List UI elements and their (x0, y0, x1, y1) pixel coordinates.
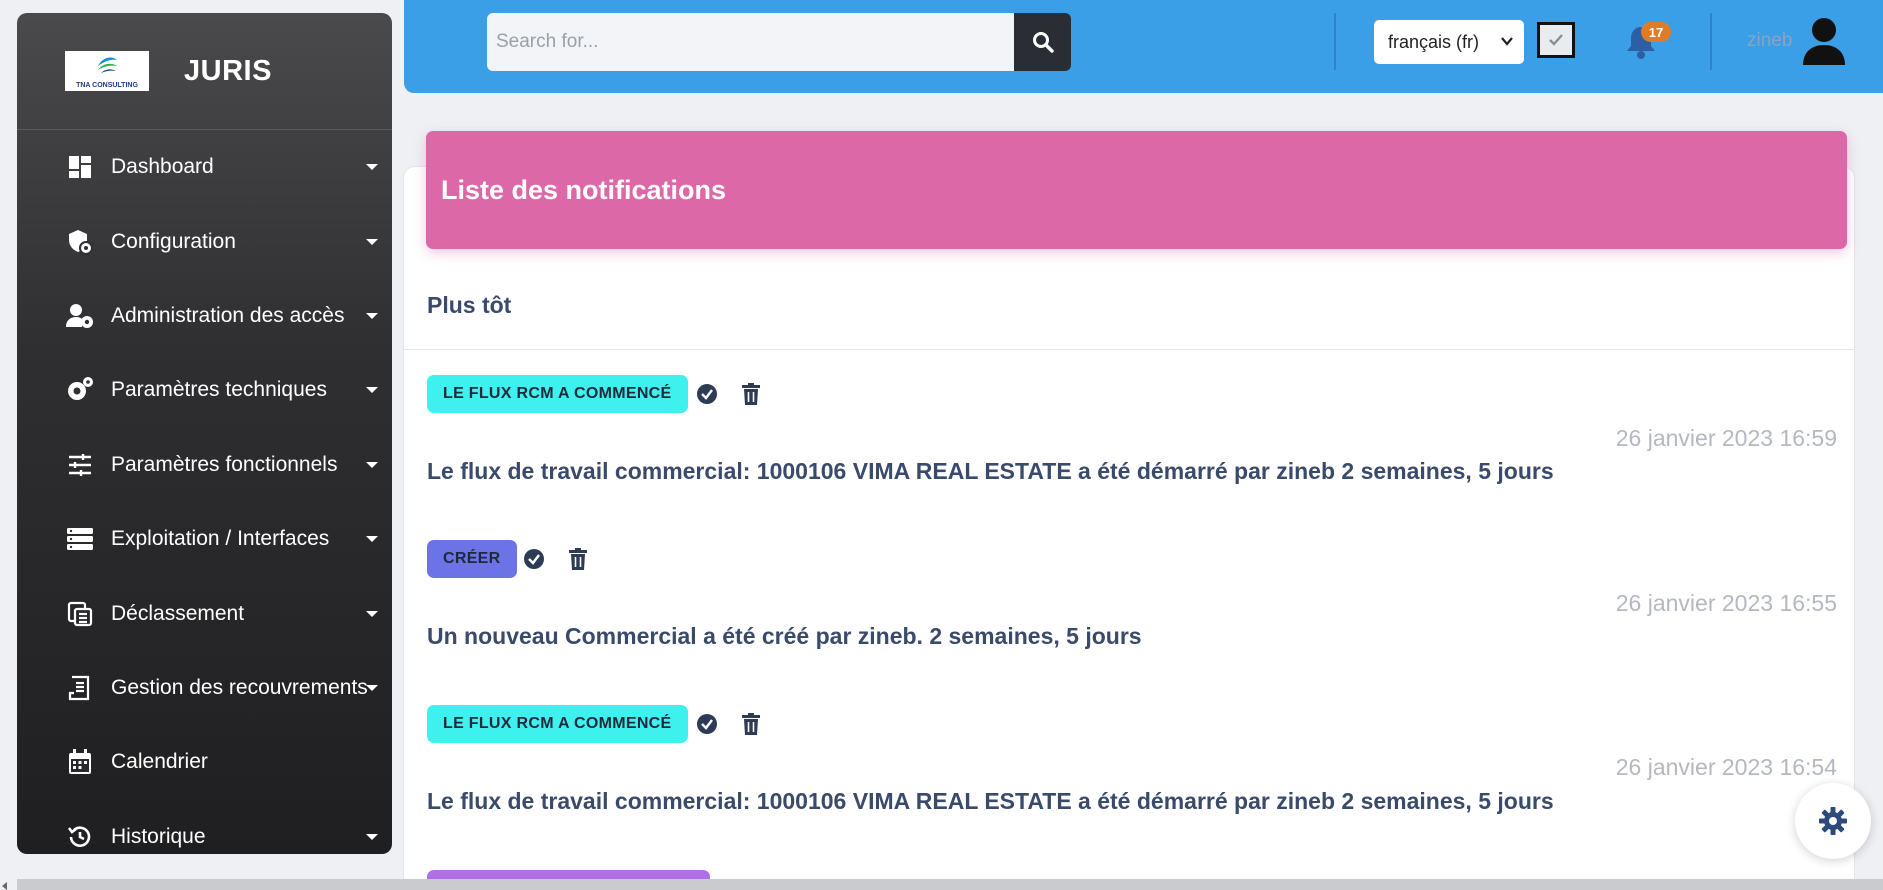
delete-button[interactable] (741, 713, 761, 735)
user-cog-icon (66, 302, 94, 330)
caret-down-icon (366, 536, 378, 543)
sidebar-item-parametres-techniques[interactable]: Paramètres techniques (17, 353, 392, 427)
check-circle-icon (696, 384, 717, 404)
company-logo[interactable]: TNA CONSULTING (65, 51, 149, 91)
sidebar-item-configuration[interactable]: Configuration (17, 204, 392, 278)
check-circle-icon (696, 714, 717, 734)
check-icon (1549, 34, 1563, 46)
notification-tag: LE FLUX RCM A COMMENCÉ (427, 375, 688, 413)
notification-tag: CRÉER (427, 540, 517, 578)
delete-button[interactable] (741, 383, 761, 405)
sidebar-item-label: Historique (111, 824, 206, 848)
language-select[interactable]: français (fr) (1374, 20, 1524, 64)
sidebar-item-label: Paramètres fonctionnels (111, 452, 338, 476)
server-icon (66, 525, 94, 553)
avatar[interactable] (1801, 17, 1847, 72)
trash-icon (568, 548, 587, 570)
receipt-icon (66, 674, 94, 702)
user-name[interactable]: zineb (1747, 30, 1792, 52)
brand-title: JURIS (184, 54, 272, 87)
archive-icon (66, 600, 94, 628)
sidebar-nav: Dashboard Configuration Administration d… (17, 130, 392, 854)
sidebar-item-exploitation[interactable]: Exploitation / Interfaces (17, 502, 392, 576)
search-bar (487, 13, 1071, 71)
notification-tag-row: CRÉER (427, 540, 1837, 578)
notification-item: LE FLUX RCM A COMMENCÉ 26 janvier 2023 1… (427, 375, 1837, 505)
gears-icon (66, 376, 94, 404)
sidebar-item-label: Administration des accès (111, 303, 345, 327)
mark-read-button[interactable] (696, 713, 718, 735)
mark-read-button[interactable] (523, 548, 545, 570)
page-title: Liste des notifications (441, 174, 727, 205)
trash-icon (741, 713, 760, 735)
logo-leaf-icon (98, 57, 117, 73)
check-toggle[interactable] (1537, 22, 1575, 58)
scroll-left-icon[interactable] (2, 882, 7, 890)
history-icon (66, 823, 94, 851)
settings-button[interactable] (1795, 783, 1871, 859)
sidebar-item-declassement[interactable]: Déclassement (17, 576, 392, 650)
notification-tag-row: LE FLUX RCM A COMMENCÉ (427, 705, 1837, 743)
caret-down-icon (366, 610, 378, 617)
topbar-divider (1710, 13, 1712, 70)
sidebar-item-label: Paramètres techniques (111, 378, 327, 402)
sidebar-item-label: Gestion des recouvrements (111, 675, 368, 699)
sidebar-item-recouvrements[interactable]: Gestion des recouvrements (17, 651, 392, 725)
sidebar-brand: TNA CONSULTING JURIS (17, 13, 392, 130)
notification-count-badge: 17 (1641, 22, 1671, 42)
search-button[interactable] (1014, 13, 1071, 71)
user-avatar-icon (1803, 18, 1845, 65)
trash-icon (741, 383, 760, 405)
caret-down-icon (366, 833, 378, 840)
gear-icon (1819, 807, 1847, 835)
notification-date: 26 janvier 2023 16:59 (1615, 425, 1837, 451)
topbar-divider (1334, 13, 1336, 70)
sliders-icon (66, 451, 94, 479)
mark-read-button[interactable] (696, 383, 718, 405)
check-circle-icon (523, 549, 544, 569)
caret-down-icon (366, 461, 378, 468)
sidebar-item-administration[interactable]: Administration des accès (17, 279, 392, 353)
caret-down-icon (366, 238, 378, 245)
section-title: Plus tôt (403, 262, 1855, 350)
sidebar-item-label: Calendrier (111, 750, 208, 774)
caret-down-icon (366, 312, 378, 319)
search-input[interactable] (487, 13, 1015, 71)
caret-down-icon (366, 387, 378, 394)
notification-tag-row: LE FLUX RCM A COMMENCÉ (427, 375, 1837, 413)
topbar: français (fr) 17 zineb (404, 0, 1883, 93)
notification-date: 26 janvier 2023 16:55 (1615, 590, 1837, 616)
shield-cog-icon (66, 228, 94, 256)
notification-message[interactable]: Le flux de travail commercial: 1000106 V… (427, 788, 1554, 815)
delete-button[interactable] (568, 548, 588, 570)
language-selected: français (fr) (1388, 31, 1480, 52)
chevron-down-icon (1501, 37, 1513, 46)
sidebar-item-label: Configuration (111, 229, 236, 253)
horizontal-scrollbar[interactable] (17, 879, 1883, 890)
sidebar-item-label: Exploitation / Interfaces (111, 527, 330, 551)
notification-message[interactable]: Un nouveau Commercial a été créé par zin… (427, 623, 1142, 650)
notification-message[interactable]: Le flux de travail commercial: 1000106 V… (427, 458, 1554, 485)
sidebar-item-calendrier[interactable]: Calendrier (17, 725, 392, 799)
sidebar: TNA CONSULTING JURIS Dashboard Configura… (17, 13, 392, 854)
card-header: Liste des notifications (426, 131, 1847, 249)
caret-down-icon (366, 684, 378, 691)
dashboard-icon (66, 153, 94, 181)
search-icon (1032, 32, 1054, 53)
sidebar-item-historique[interactable]: Historique (17, 800, 392, 854)
calendar-icon (66, 748, 94, 776)
notification-item: CRÉER 26 janvier 2023 16:55 Un nouveau C… (427, 540, 1837, 670)
caret-down-icon (366, 164, 378, 171)
sidebar-item-dashboard[interactable]: Dashboard (17, 130, 392, 204)
sidebar-item-label: Dashboard (111, 155, 214, 179)
notification-tag: LE FLUX RCM A COMMENCÉ (427, 705, 688, 743)
logo-text: TNA CONSULTING (76, 82, 138, 89)
notification-date: 26 janvier 2023 16:54 (1615, 754, 1837, 780)
sidebar-item-parametres-fonctionnels[interactable]: Paramètres fonctionnels (17, 428, 392, 502)
notification-item: LE FLUX RCM A COMMENCÉ 26 janvier 2023 1… (427, 705, 1837, 835)
sidebar-item-label: Déclassement (111, 601, 245, 625)
